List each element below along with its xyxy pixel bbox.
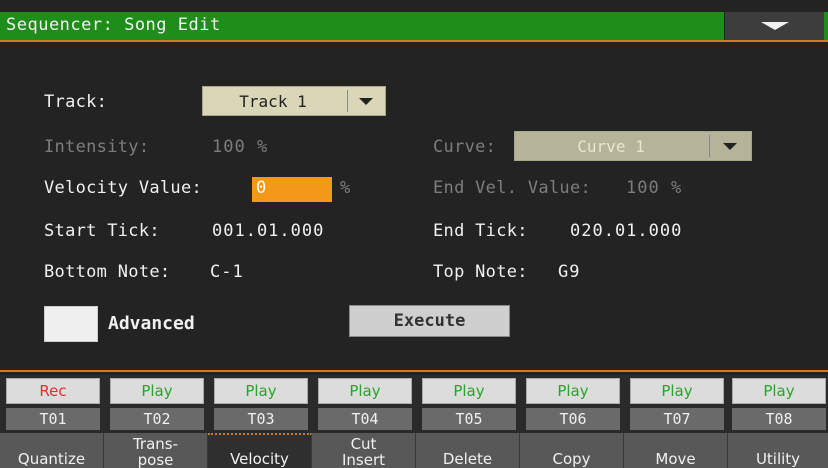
track-state[interactable]: Play — [422, 378, 516, 404]
track-state[interactable]: Play — [110, 378, 204, 404]
execute-button[interactable]: Execute — [349, 305, 510, 337]
track-button-t05[interactable]: Play T05 — [422, 375, 516, 433]
chevron-down-icon — [359, 98, 373, 105]
track-button-t01[interactable]: Rec T01 — [6, 375, 100, 433]
end-tick-value[interactable]: 020.01.000 — [570, 221, 682, 241]
track-dropdown-value: Track 1 — [239, 92, 307, 111]
track-state[interactable]: Play — [630, 378, 724, 404]
track-name: T04 — [318, 408, 412, 430]
bottom-note-value[interactable]: C-1 — [210, 262, 244, 282]
track-label: Track: — [44, 92, 108, 112]
track-state[interactable]: Play — [526, 378, 620, 404]
intensity-value: 100 % — [212, 137, 269, 157]
curve-dropdown[interactable]: Curve 1 — [514, 131, 752, 161]
track-dropdown[interactable]: Track 1 — [202, 86, 386, 116]
chevron-down-icon — [723, 143, 737, 150]
start-tick-value[interactable]: 001.01.000 — [212, 221, 324, 241]
track-name: T01 — [6, 408, 100, 430]
curve-dropdown-value: Curve 1 — [577, 137, 645, 156]
track-button-t02[interactable]: Play T02 — [110, 375, 204, 433]
tab-label: Quantize — [17, 450, 86, 468]
song-edit-screen: Sequencer: Song Edit Track: Track 1 Inte… — [0, 0, 828, 468]
advanced-label: Advanced — [108, 313, 195, 334]
velocity-unit: % — [340, 178, 352, 198]
tab-label: Delete — [442, 450, 493, 468]
track-state[interactable]: Play — [318, 378, 412, 404]
track-state[interactable]: Play — [732, 378, 826, 404]
track-name: T03 — [214, 408, 308, 430]
track-name: T05 — [422, 408, 516, 430]
tab-velocity[interactable]: Velocity — [208, 433, 312, 468]
tab-label: Velocity — [230, 450, 289, 468]
track-name: T06 — [526, 408, 620, 430]
track-state[interactable]: Rec — [6, 378, 100, 404]
start-tick-label: Start Tick: — [44, 221, 160, 241]
track-status-bar: Rec T01 Play T02 Play T03 Play T04 Play … — [0, 375, 828, 433]
execute-button-label: Execute — [393, 311, 466, 331]
curve-label: Curve: — [433, 137, 497, 157]
top-note-value[interactable]: G9 — [558, 262, 580, 282]
page-title: Sequencer: Song Edit — [6, 15, 221, 35]
track-button-t07[interactable]: Play T07 — [630, 375, 724, 433]
end-tick-label: End Tick: — [433, 221, 528, 241]
page-menu-button[interactable] — [724, 12, 824, 40]
title-bar: Sequencer: Song Edit — [0, 12, 828, 42]
track-button-t03[interactable]: Play T03 — [214, 375, 308, 433]
tab-label: pose — [137, 451, 174, 468]
tab-label: Copy — [552, 450, 591, 468]
divider — [0, 370, 828, 372]
velocity-label: Velocity Value: — [44, 178, 203, 198]
tab-quantize[interactable]: Quantize — [0, 433, 104, 468]
end-vel-value: 100 % — [626, 178, 683, 198]
track-name: T02 — [110, 408, 204, 430]
tab-label: Insert — [341, 451, 386, 468]
bottom-note-label: Bottom Note: — [44, 262, 171, 282]
velocity-value-field[interactable]: 0 — [252, 177, 332, 202]
triangle-down-icon — [761, 22, 789, 30]
tab-label: Move — [655, 450, 696, 468]
top-note-label: Top Note: — [433, 262, 528, 282]
advanced-checkbox[interactable] — [44, 306, 98, 342]
edit-tab-bar: Quantize Trans- pose Velocity Cut Insert… — [0, 433, 828, 468]
dropdown-separator — [709, 135, 710, 157]
velocity-value: 0 — [256, 178, 267, 198]
track-button-t06[interactable]: Play T06 — [526, 375, 620, 433]
track-button-t08[interactable]: Play T08 — [732, 375, 826, 433]
tab-label: Trans- — [132, 435, 179, 453]
track-state[interactable]: Play — [214, 378, 308, 404]
tab-move[interactable]: Move — [624, 433, 728, 468]
track-name: T07 — [630, 408, 724, 430]
track-button-t04[interactable]: Play T04 — [318, 375, 412, 433]
dropdown-separator — [347, 90, 348, 112]
track-name: T08 — [732, 408, 826, 430]
tab-cut-insert[interactable]: Cut Insert — [312, 433, 416, 468]
end-vel-label: End Vel. Value: — [433, 178, 592, 198]
tab-transpose[interactable]: Trans- pose — [104, 433, 208, 468]
tab-copy[interactable]: Copy — [520, 433, 624, 468]
intensity-label: Intensity: — [44, 137, 150, 157]
tab-delete[interactable]: Delete — [416, 433, 520, 468]
tab-utility[interactable]: Utility — [728, 433, 828, 468]
tab-label: Utility — [755, 450, 801, 468]
tab-label: Cut — [350, 435, 377, 453]
